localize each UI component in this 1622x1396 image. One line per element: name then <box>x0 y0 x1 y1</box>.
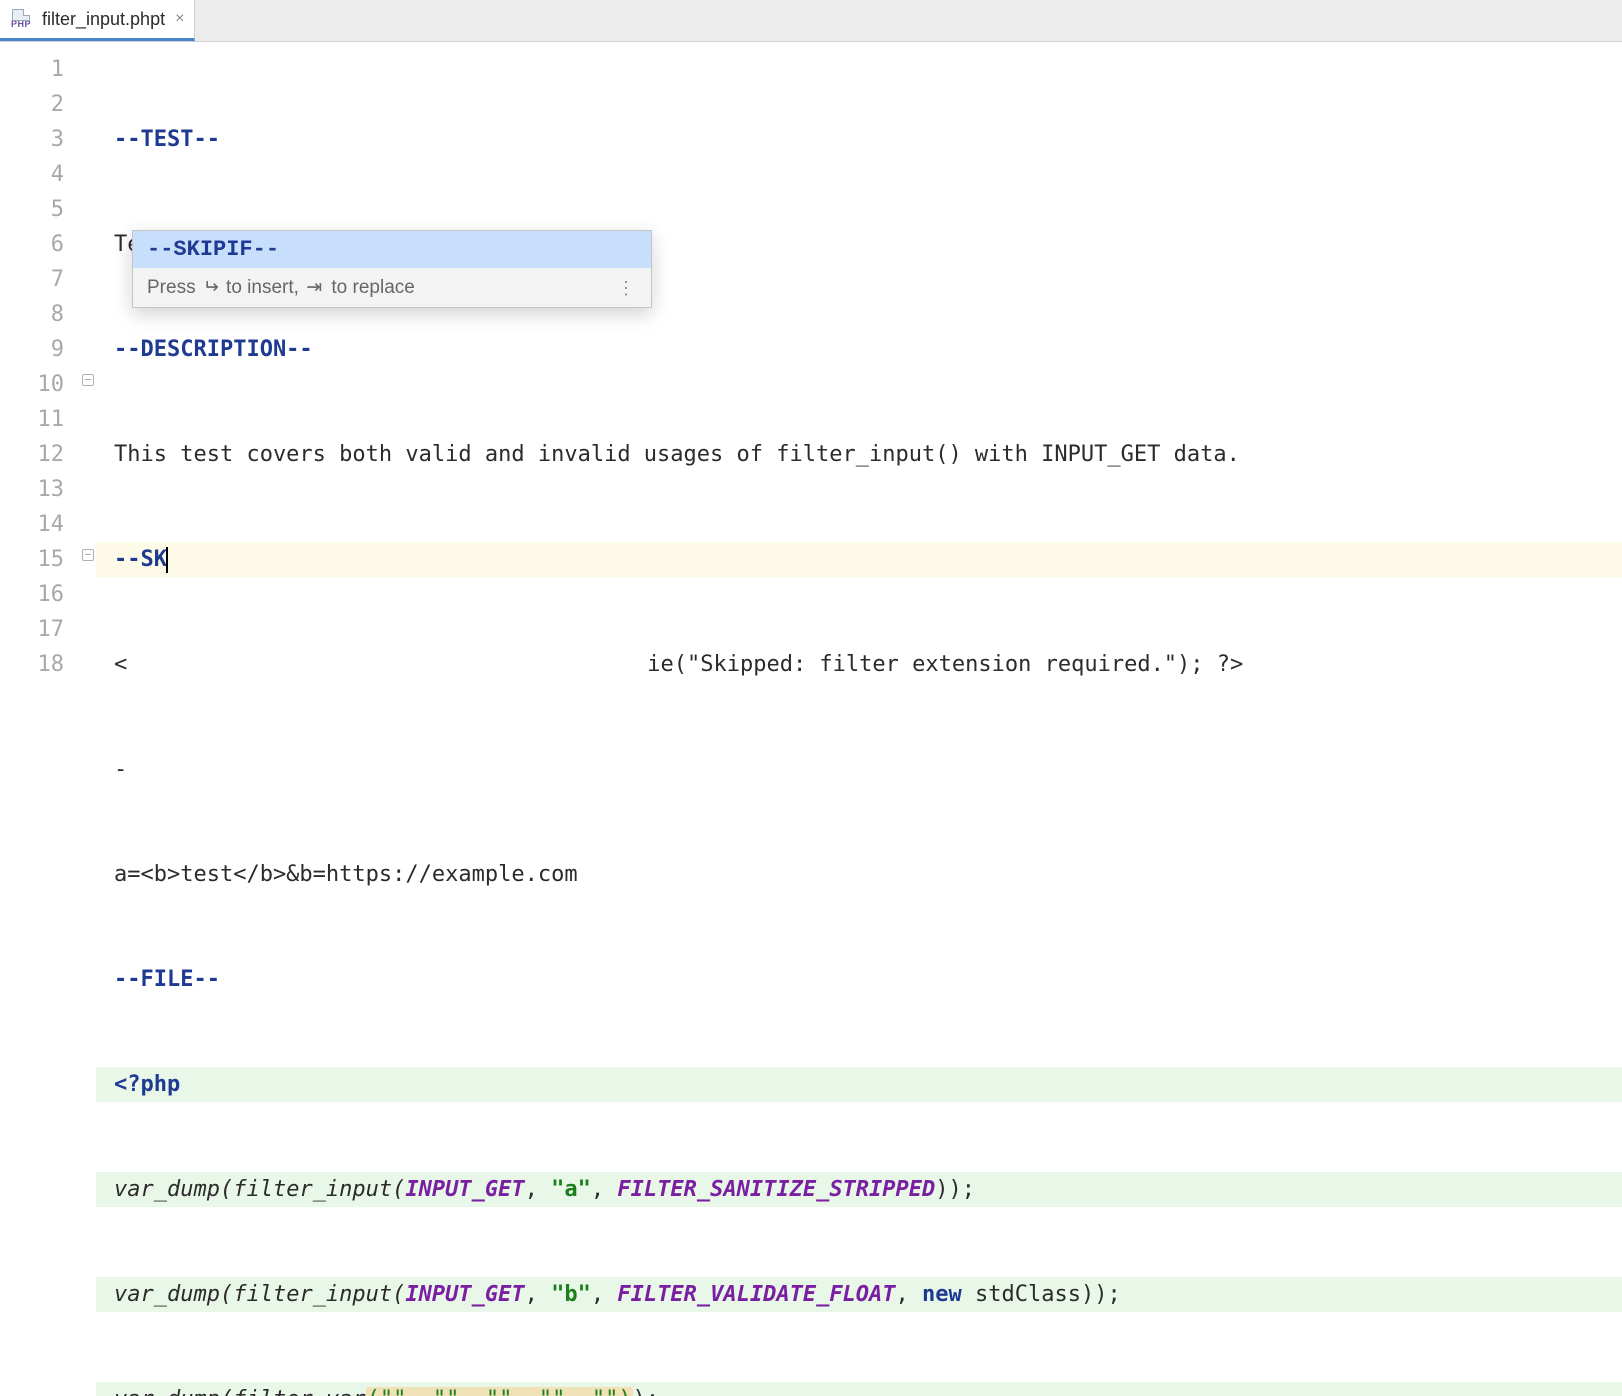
hint-text: Press <box>147 277 201 298</box>
section-header: --FILE-- <box>114 967 220 992</box>
php-file-icon: PHP <box>6 4 36 34</box>
tab-bar: PHP filter_input.phpt × <box>0 0 1622 42</box>
line-number: 16 <box>0 577 64 612</box>
func-name: filter_var <box>233 1387 365 1396</box>
line-number-gutter: 1 2 3 4 5 6 7 8 9 10 11 12 13 14 15 16 1… <box>0 42 80 698</box>
section-header: --DESCRIPTION-- <box>114 337 313 362</box>
hint-text: to insert, <box>221 277 304 298</box>
func-name: var_dump <box>114 1387 220 1396</box>
autocomplete-item[interactable]: --SKIPIF-- <box>133 231 651 268</box>
func-name: var_dump <box>114 1177 220 1202</box>
func-name: filter_input <box>233 1177 392 1202</box>
typed-text: --SK <box>114 547 167 572</box>
code-text: This test covers both valid and invalid … <box>114 442 1240 467</box>
section-header: --TEST-- <box>114 127 220 152</box>
const: FILTER_SANITIZE_STRIPPED <box>617 1177 935 1202</box>
line-number: 14 <box>0 507 64 542</box>
func-name: var_dump <box>114 1282 220 1307</box>
line-number: 4 <box>0 157 64 192</box>
close-icon[interactable]: × <box>175 10 184 28</box>
code-area[interactable]: --TEST-- Test filter_input() with GET da… <box>96 42 1622 698</box>
string-literal: "a" <box>551 1177 591 1202</box>
line-number: 6 <box>0 227 64 262</box>
fold-marker-icon[interactable]: – <box>82 374 94 386</box>
line-number: 17 <box>0 612 64 647</box>
line-number: 7 <box>0 262 64 297</box>
line-number: 2 <box>0 87 64 122</box>
enter-key-icon: ↵ <box>203 276 219 299</box>
keyword: new <box>922 1282 962 1307</box>
tab-filename: filter_input.phpt <box>42 9 165 30</box>
code-text: ie("Skipped: filter extension required."… <box>647 652 1243 677</box>
autocomplete-popup: --SKIPIF-- Press ↵ to insert, ⇥ to repla… <box>132 230 652 308</box>
autocomplete-rest: IPIF-- <box>200 237 279 262</box>
code-text: - <box>114 757 127 782</box>
line-number: 10 <box>0 367 64 402</box>
const: INPUT_GET <box>405 1282 524 1307</box>
fold-marker-icon[interactable]: – <box>82 549 94 561</box>
hint-text: to replace <box>326 277 415 298</box>
code-text: stdClass)); <box>962 1282 1121 1307</box>
line-number: 13 <box>0 472 64 507</box>
line-number: 8 <box>0 297 64 332</box>
code-text: < <box>114 652 127 677</box>
code-text: ); <box>633 1387 660 1396</box>
line-number: 9 <box>0 332 64 367</box>
highlighted-range: ("", "", "", "", "") <box>366 1387 633 1396</box>
const: INPUT_GET <box>405 1177 524 1202</box>
const: FILTER_VALIDATE_FLOAT <box>617 1282 895 1307</box>
autocomplete-hint: Press ↵ to insert, ⇥ to replace ⋮ <box>133 268 651 307</box>
string-literal: "b" <box>551 1282 591 1307</box>
code-editor[interactable]: 1 2 3 4 5 6 7 8 9 10 11 12 13 14 15 16 1… <box>0 42 1622 698</box>
line-number: 5 <box>0 192 64 227</box>
code-text: a=<b>test</b>&b=https://example.com <box>114 862 578 887</box>
php-open-tag: <?php <box>114 1072 180 1097</box>
line-number: 1 <box>0 52 64 87</box>
line-number: 12 <box>0 437 64 472</box>
line-number: 11 <box>0 402 64 437</box>
text-caret <box>166 547 168 573</box>
func-name: filter_input <box>233 1282 392 1307</box>
line-number: 18 <box>0 647 64 682</box>
file-tab[interactable]: PHP filter_input.phpt × <box>0 0 195 41</box>
fold-column: – – <box>80 42 96 698</box>
tab-key-icon: ⇥ <box>306 277 322 298</box>
line-number: 3 <box>0 122 64 157</box>
autocomplete-typed: --SK <box>147 237 200 262</box>
line-number: 15 <box>0 542 64 577</box>
more-options-icon[interactable]: ⋮ <box>617 285 637 291</box>
